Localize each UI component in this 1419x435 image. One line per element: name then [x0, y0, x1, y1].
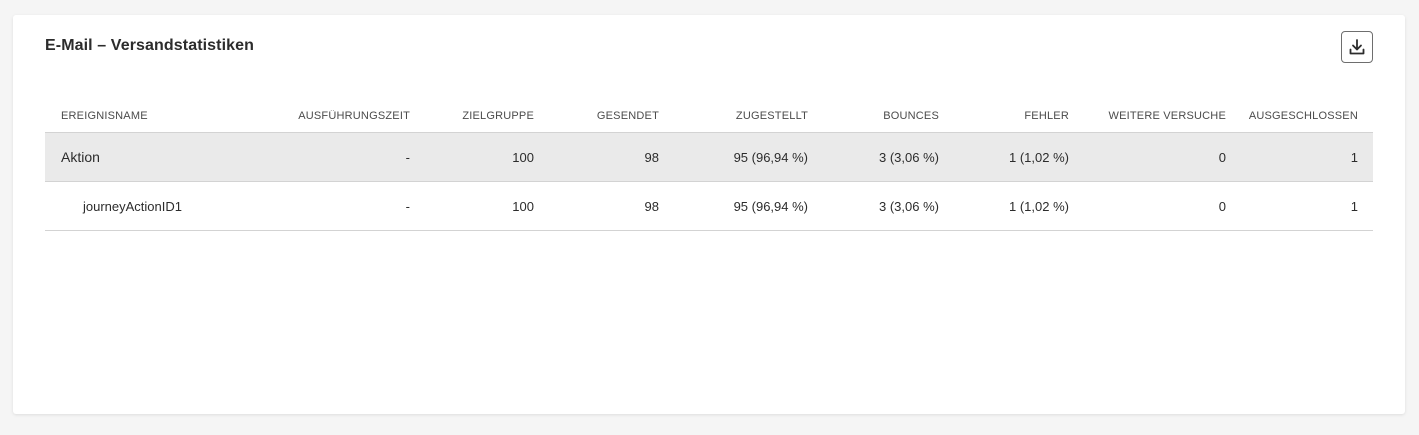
card-title: E-Mail – Versandstatistiken	[45, 37, 255, 54]
column-header-ausfuehrungszeit[interactable]: AUSFÜHRUNGSZEIT	[265, 110, 410, 122]
cell-zugestellt: 95 (96,94 %)	[733, 198, 808, 214]
cell-ausgeschlossen: 1	[1350, 198, 1358, 214]
download-icon	[1348, 38, 1366, 56]
cell-gesendet: 98	[644, 149, 659, 165]
column-header-ausgeschlossen[interactable]: AUSGESCHLOSSEN	[1226, 110, 1358, 122]
column-header-weitere-versuche[interactable]: WEITERE VERSUCHE	[1069, 110, 1226, 122]
cell-ausfuehrungszeit: -	[405, 149, 410, 165]
cell-ausfuehrungszeit: -	[405, 198, 410, 214]
column-header-gesendet[interactable]: GESENDET	[534, 110, 659, 122]
column-header-bounces[interactable]: BOUNCES	[808, 110, 939, 122]
table-row[interactable]: journeyActionID1 - 100 98 95 (96,94 %) 3…	[45, 182, 1373, 231]
column-header-zielgruppe[interactable]: ZIELGRUPPE	[410, 110, 534, 122]
cell-weitere-versuche: 0	[1218, 149, 1226, 165]
cell-zielgruppe: 100	[512, 198, 534, 214]
cell-zugestellt: 95 (96,94 %)	[733, 149, 808, 165]
cell-fehler: 1 (1,02 %)	[1009, 149, 1069, 165]
cell-zielgruppe: 100	[512, 149, 534, 165]
cell-bounces: 3 (3,06 %)	[879, 198, 939, 214]
cell-ausgeschlossen: 1	[1350, 149, 1358, 165]
cell-bounces: 3 (3,06 %)	[879, 149, 939, 165]
table-row-group[interactable]: Aktion - 100 98 95 (96,94 %) 3 (3,06 %) …	[45, 133, 1373, 182]
cell-gesendet: 98	[644, 198, 659, 214]
cell-weitere-versuche: 0	[1218, 198, 1226, 214]
stats-table: EREIGNISNAME AUSFÜHRUNGSZEIT ZIELGRUPPE …	[45, 99, 1373, 231]
cell-name: journeyActionID1	[83, 198, 182, 214]
table-header: EREIGNISNAME AUSFÜHRUNGSZEIT ZIELGRUPPE …	[45, 99, 1373, 133]
download-button[interactable]	[1341, 31, 1373, 63]
cell-name: Aktion	[61, 149, 100, 165]
cell-fehler: 1 (1,02 %)	[1009, 198, 1069, 214]
column-header-ereignisname[interactable]: EREIGNISNAME	[45, 110, 265, 122]
column-header-fehler[interactable]: FEHLER	[939, 110, 1069, 122]
column-header-zugestellt[interactable]: ZUGESTELLT	[659, 110, 808, 122]
email-stats-card: E-Mail – Versandstatistiken EREIGNISNAME…	[13, 15, 1405, 414]
